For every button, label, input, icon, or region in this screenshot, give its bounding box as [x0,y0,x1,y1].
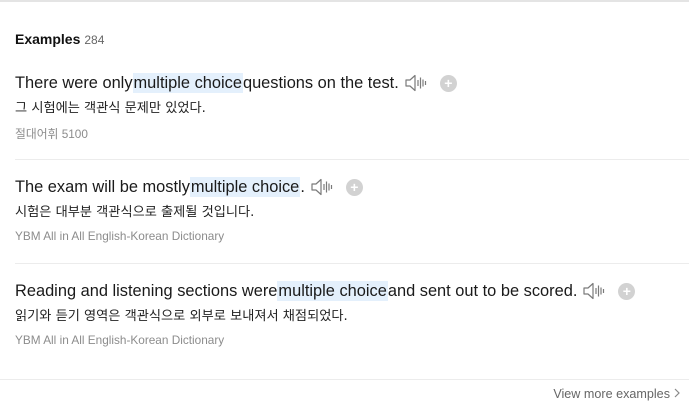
speaker-icon [311,178,332,196]
example-source: YBM All in All English-Korean Dictionary [15,333,225,347]
highlighted-term: multiple choice [277,281,388,301]
sentence-text: questions on the test. [242,74,399,92]
plus-icon: + [444,74,453,91]
speaker-icon [405,74,426,92]
highlighted-term: multiple choice [132,73,243,93]
example-divider [15,159,689,160]
play-audio-button[interactable] [405,74,427,92]
sentence-text: . [300,178,305,196]
sentence-text: There were only [15,74,133,92]
speaker-icon [583,282,605,300]
example-translation: 읽기와 듣기 영역은 객관식으로 외부로 보내져서 채점되었다. [15,309,348,324]
add-to-wordbook-button[interactable]: + [618,282,636,300]
example-sentence: Reading and listening sections were mult… [15,281,689,301]
example-sentence: There were only multiple choice question… [15,73,689,93]
footer-divider [0,379,689,380]
example-translation: 그 시험에는 객관식 문제만 있었다. [15,101,206,116]
plus-icon: + [350,178,359,195]
examples-count: 284 [84,33,105,47]
example-source: 절대어휘 5100 [15,127,88,141]
add-to-wordbook-button[interactable]: + [439,74,457,92]
sentence-text: The exam will be mostly [15,178,190,196]
view-more-label: View more examples [553,387,670,401]
example-divider [15,263,689,264]
chevron-right-icon [674,388,680,398]
example-item: There were only multiple choice question… [15,73,689,142]
sentence-text: Reading and listening sections were [15,282,278,300]
add-to-wordbook-button[interactable]: + [345,178,363,196]
example-item: Reading and listening sections were mult… [15,281,689,347]
example-sentence: The exam will be mostly multiple choice.… [15,177,689,197]
section-title: Examples [15,31,81,47]
plus-icon: + [622,282,631,299]
example-translation: 시험은 대부분 객관식으로 출제될 것입니다. [15,205,255,220]
highlighted-term: multiple choice [189,177,301,197]
play-audio-button[interactable] [583,282,605,300]
view-more-examples-link[interactable]: View more examples [553,387,680,401]
example-source: YBM All in All English-Korean Dictionary [15,229,225,243]
play-audio-button[interactable] [311,178,333,196]
sentence-text: and sent out to be scored. [387,282,578,300]
example-item: The exam will be mostly multiple choice.… [15,177,689,243]
top-divider [0,0,689,2]
examples-header: Examples 284 [15,31,104,49]
